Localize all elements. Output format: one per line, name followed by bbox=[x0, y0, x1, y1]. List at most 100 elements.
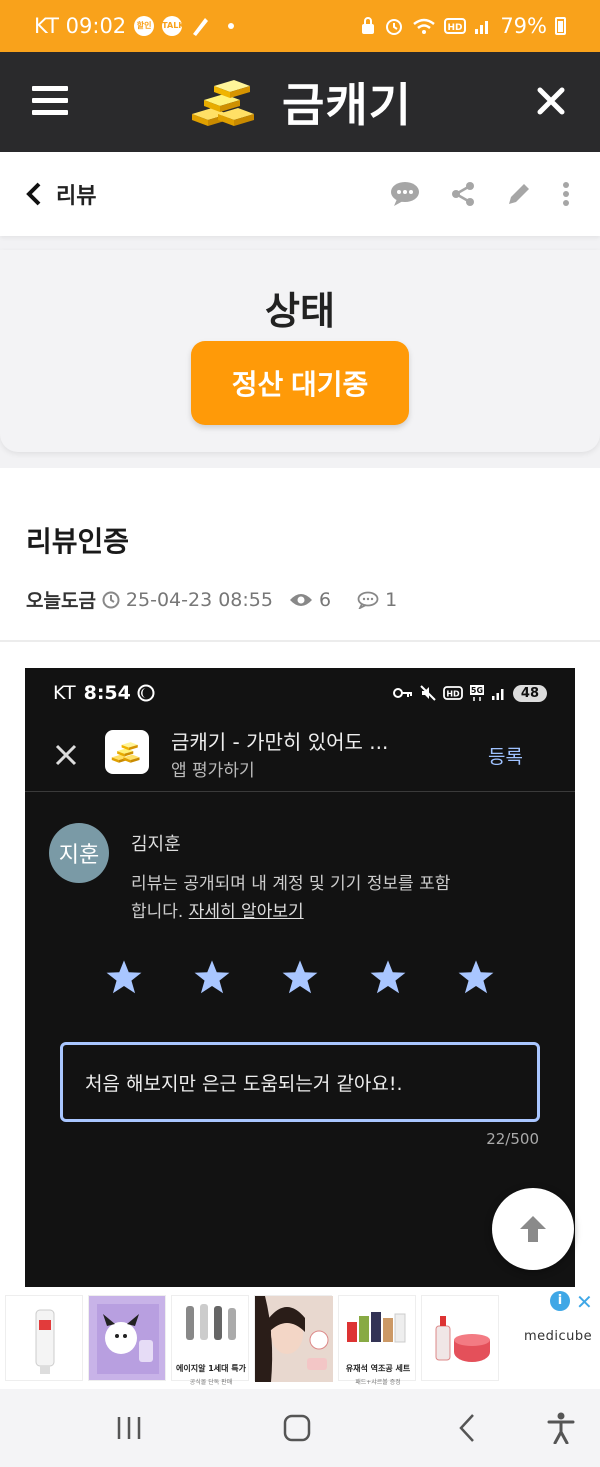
key-icon bbox=[392, 688, 412, 698]
character-product-image bbox=[97, 1304, 159, 1374]
battery-level: 79% bbox=[500, 14, 547, 38]
hd-icon: HD bbox=[444, 18, 467, 34]
model-photo-image bbox=[255, 1296, 333, 1382]
shot-app-subtitle: 앱 평가하기 bbox=[171, 761, 255, 781]
ad-product-2[interactable] bbox=[88, 1295, 166, 1381]
device-product-image bbox=[186, 1304, 236, 1340]
5g-icon: 5G bbox=[469, 685, 484, 701]
shot-signal-icon bbox=[491, 689, 504, 700]
back-label: 리뷰 bbox=[56, 184, 97, 209]
share-icon[interactable] bbox=[450, 181, 476, 207]
battery-icon bbox=[555, 17, 566, 35]
post: 리뷰인증 오늘도금 25-04-23 08:55 6 1 KT 8:54 HD … bbox=[0, 468, 600, 1308]
comment-count-icon bbox=[357, 591, 379, 609]
bottles-product-image bbox=[347, 1312, 406, 1343]
home-icon bbox=[283, 1414, 311, 1442]
lock-icon bbox=[362, 17, 375, 34]
post-datetime: 25-04-23 08:55 bbox=[125, 588, 273, 611]
wifi-icon bbox=[413, 18, 436, 34]
gold-bars-small-icon bbox=[111, 742, 140, 763]
star-icon bbox=[194, 960, 230, 994]
signal-icon bbox=[475, 21, 489, 34]
ad-product-3[interactable]: 에이지알 1세대 특가 공식몰 단독 판매 bbox=[171, 1295, 249, 1386]
post-title: 리뷰인증 bbox=[26, 525, 130, 558]
shot-review-textbox: 처음 해보지만 은근 도움되는거 같아요!. bbox=[60, 1042, 540, 1122]
recent-apps-icon bbox=[117, 1417, 141, 1439]
carrier-time: KT 09:02 bbox=[34, 14, 127, 38]
ad-product-4[interactable] bbox=[254, 1295, 333, 1382]
accessibility-button[interactable] bbox=[544, 1409, 578, 1447]
edit-icon[interactable] bbox=[506, 181, 532, 207]
back-icon bbox=[459, 1414, 474, 1442]
review-screenshot: KT 8:54 HD 5G 48 금캐기 - 가만히 있어도 ... 앱 평가하… bbox=[25, 668, 575, 1288]
comment-icon[interactable] bbox=[390, 181, 420, 207]
ad-product-5[interactable]: 유재석 역조공 세트 패드+샤르볼 증정 bbox=[338, 1295, 416, 1386]
shot-carrier: KT bbox=[53, 682, 76, 704]
status-card: 상태 정산 대기중 bbox=[0, 250, 600, 452]
shot-learn-more: 자세히 알아보기 bbox=[188, 902, 304, 922]
ad-subcaption-3: 공식몰 단독 판매 bbox=[189, 1379, 233, 1386]
shot-status-bar: KT 8:54 HD 5G 48 bbox=[53, 682, 547, 704]
star-icon bbox=[458, 960, 494, 994]
clock-icon bbox=[102, 591, 120, 608]
system-nav-bar bbox=[0, 1389, 600, 1467]
back-button[interactable]: 리뷰 bbox=[26, 178, 96, 210]
ad-caption-3: 에이지알 1세대 특가 bbox=[175, 1364, 247, 1373]
system-back-button[interactable] bbox=[452, 1409, 482, 1447]
home-button[interactable] bbox=[282, 1409, 312, 1447]
tube-product-image bbox=[35, 1309, 55, 1374]
more-vertical-icon[interactable] bbox=[562, 181, 570, 207]
sub-header: 리뷰 bbox=[0, 152, 600, 236]
star-icon bbox=[106, 960, 142, 994]
ad-subcaption-5: 패드+샤르볼 증정 bbox=[355, 1379, 401, 1386]
shot-time: 8:54 bbox=[83, 682, 131, 704]
edit-notification-icon bbox=[193, 18, 209, 36]
ad-info-icon[interactable]: i bbox=[550, 1291, 570, 1311]
ad-product-1[interactable] bbox=[5, 1295, 83, 1381]
shot-avatar: 지훈 bbox=[49, 823, 109, 883]
skincare-product-image bbox=[435, 1316, 490, 1362]
ad-brand-logo[interactable]: medicube bbox=[524, 1329, 592, 1344]
ad-banner[interactable]: 에이지알 1세대 특가 공식몰 단독 판매 유재석 역조공 세트 패드+샤르볼 … bbox=[0, 1287, 600, 1389]
arrow-up-icon bbox=[520, 1216, 546, 1242]
close-icon[interactable] bbox=[536, 86, 566, 116]
shot-app-title: 금캐기 - 가만히 있어도 ... bbox=[171, 730, 389, 754]
shot-battery: 48 bbox=[512, 684, 547, 702]
shot-user-name: 김지훈 bbox=[131, 834, 181, 855]
shot-close-icon bbox=[55, 744, 77, 766]
gold-bars-icon bbox=[192, 80, 255, 126]
star-icon bbox=[282, 960, 318, 994]
status-bar: KT 09:02 할인 TALK HD 79% bbox=[0, 0, 600, 52]
svg-text:5G: 5G bbox=[471, 686, 483, 695]
settlement-pending-button[interactable]: 정산 대기중 bbox=[191, 341, 409, 425]
discount-icon: 할인 bbox=[134, 16, 155, 36]
status-title: 상태 bbox=[265, 289, 335, 333]
star-rating bbox=[105, 958, 495, 996]
shot-description: 리뷰는 공개되며 내 계정 및 기기 정보를 포함합니다. 자세히 알아보기 bbox=[131, 870, 461, 926]
accessibility-icon bbox=[547, 1412, 575, 1444]
post-author[interactable]: 오늘도금 bbox=[26, 586, 96, 613]
alarm-icon bbox=[386, 19, 403, 35]
notification-dot bbox=[228, 23, 235, 29]
moon-icon bbox=[137, 684, 155, 702]
shot-char-counter: 22/500 bbox=[486, 1130, 539, 1148]
svg-text:HD: HD bbox=[448, 23, 463, 33]
recent-apps-button[interactable] bbox=[114, 1409, 144, 1447]
chevron-left-icon bbox=[26, 182, 41, 206]
post-meta: 오늘도금 25-04-23 08:55 6 1 bbox=[26, 586, 397, 613]
mute-icon bbox=[420, 685, 436, 701]
app-header: 금캐기 bbox=[0, 52, 600, 152]
shot-hd-icon: HD bbox=[443, 686, 463, 700]
ad-caption-5: 유재석 역조공 세트 bbox=[345, 1364, 411, 1373]
brand: 금캐기 bbox=[188, 69, 412, 135]
scroll-to-top-button[interactable] bbox=[492, 1188, 574, 1270]
brand-name: 금캐기 bbox=[282, 78, 412, 132]
shot-app-header: 금캐기 - 가만히 있어도 ... 앱 평가하기 등록 bbox=[25, 720, 575, 792]
divider bbox=[0, 640, 600, 642]
shot-register-button: 등록 bbox=[488, 746, 523, 768]
eye-icon bbox=[289, 593, 312, 606]
menu-icon[interactable] bbox=[32, 86, 68, 116]
ad-product-6[interactable] bbox=[421, 1295, 499, 1381]
post-comments: 1 bbox=[385, 588, 398, 611]
ad-close-icon[interactable]: ✕ bbox=[576, 1290, 593, 1314]
